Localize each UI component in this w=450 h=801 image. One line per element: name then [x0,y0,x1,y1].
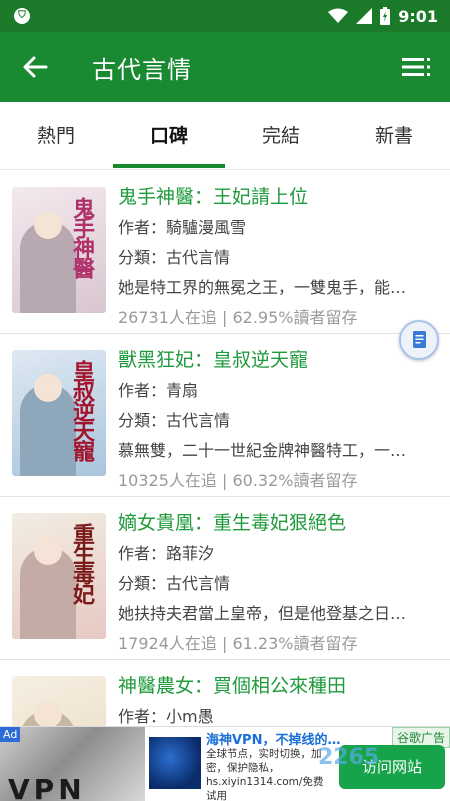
book-title[interactable]: 神醫農女：買個相公來種田 [118,670,438,702]
app-bar: 古代言情 [0,32,450,102]
tab-completed[interactable]: 完結 [225,102,337,170]
book-stats: 10325人在追 | 60.32%讀者留存 [118,471,358,490]
book-title[interactable]: 獸黑狂妃：皇叔逆天寵 [118,344,438,376]
ad-tag: Ad [0,727,21,742]
book-cover[interactable]: 皇叔逆天寵 [12,350,106,476]
tab-new[interactable]: 新書 [338,102,450,170]
ad-image[interactable]: VPN [0,727,145,801]
cover-title: 皇叔逆天寵 [69,360,95,460]
book-category: 分類：古代言情 [118,574,231,593]
book-item[interactable]: 鬼手神醫 鬼手神醫：王妃請上位 作者：騎驢漫風雪 分類：古代言情 她是特工界的無… [0,171,450,334]
cover-figure-head [34,374,62,402]
book-title[interactable]: 嫡女貴凰：重生毒妃狠絕色 [118,507,438,539]
watermark: 2265 [318,745,380,770]
wifi-icon [328,8,349,23]
book-summary: 她扶持夫君當上皇帝，但是他登基之日… [118,604,407,623]
tab-hot[interactable]: 熱門 [0,102,112,170]
book-author: 作者：路菲汐 [118,544,215,563]
book-category: 分類：古代言情 [118,248,231,267]
book-author: 作者：青扇 [118,381,199,400]
page-title: 古代言情 [92,56,192,84]
book-category: 分類：古代言情 [118,411,231,430]
cover-figure-head [34,700,62,728]
back-arrow-icon[interactable] [20,52,50,82]
cover-figure-head [34,537,62,565]
book-item[interactable]: 皇叔逆天寵 獸黑狂妃：皇叔逆天寵 作者：青扇 分類：古代言情 慕無雙，二十一世紀… [0,334,450,497]
floating-book-button[interactable] [399,320,439,360]
shield-icon: ⛉ [14,8,30,24]
book-title[interactable]: 鬼手神醫：王妃請上位 [118,181,438,213]
status-bar: ⛉ 9:01 [0,0,450,32]
book-author: 作者：騎驢漫風雪 [118,218,247,237]
ad-description: 全球节点，实时切换，加密，保护隐私，hs.xiyin1314.com/免费试用 [206,748,324,801]
cover-title: 鬼手神醫 [69,197,95,277]
book-stats: 26731人在追 | 62.95%讀者留存 [118,308,358,327]
status-icons: 9:01 [328,6,438,26]
active-tab-indicator [113,164,225,168]
ad-thumbnail[interactable] [149,737,201,789]
list-menu-icon[interactable] [402,56,432,78]
ad-banner[interactable]: VPN Ad 海神VPN，不掉线的… 全球节点，实时切换，加密，保护隐私，hs.… [0,726,450,801]
cover-figure-head [34,211,62,239]
tab-reputation[interactable]: 口碑 [113,102,225,170]
document-icon [413,331,426,348]
book-cover[interactable]: 鬼手神醫 [12,187,106,313]
book-summary: 慕無雙，二十一世紀金牌神醫特工，一… [118,441,407,460]
book-item[interactable]: 重生毒妃 嫡女貴凰：重生毒妃狠絕色 作者：路菲汐 分類：古代言情 她扶持夫君當上… [0,497,450,660]
ad-image-text: VPN [8,773,86,801]
battery-icon [380,7,391,25]
book-cover[interactable]: 重生毒妃 [12,513,106,639]
signal-icon [356,8,373,24]
tab-bar: 熱門 口碑 完結 新書 [0,102,450,170]
book-stats: 17924人在追 | 61.23%讀者留存 [118,634,358,653]
book-summary: 她是特工界的無冕之王，一雙鬼手，能… [118,278,407,297]
clock: 9:01 [398,6,438,26]
cover-title: 重生毒妃 [69,523,95,603]
